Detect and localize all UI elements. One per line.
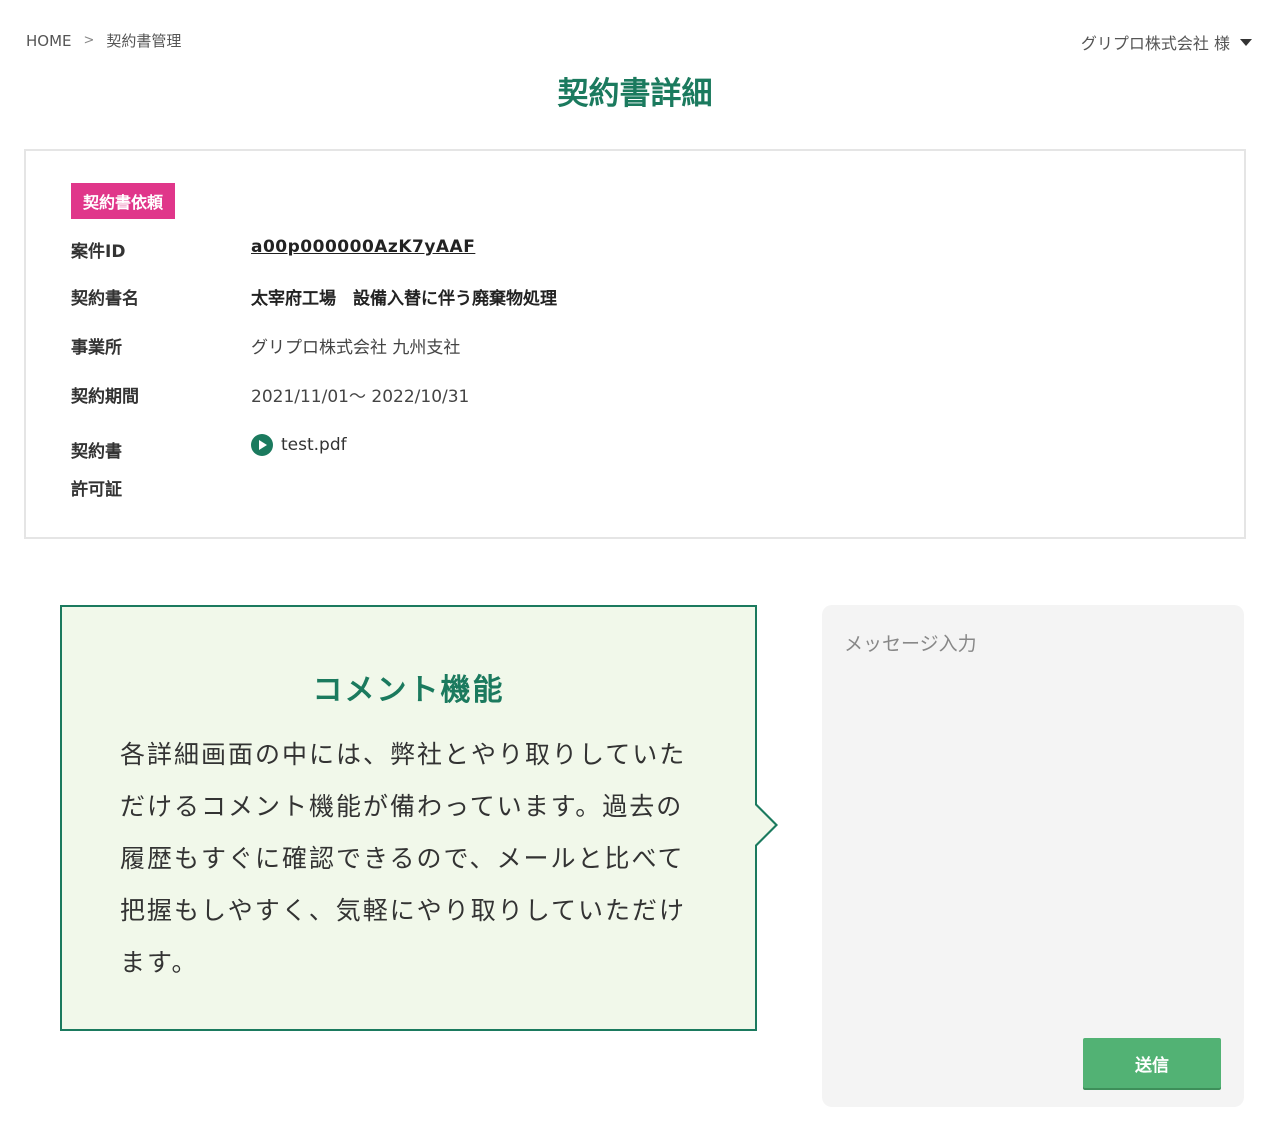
detail-label: 許可証 [71, 480, 122, 500]
contract-period-value: 2021/11/01～ 2022/10/31 [251, 387, 470, 407]
breadcrumb: HOME > 契約書管理 [26, 30, 181, 51]
contract-file-link[interactable]: test.pdf [251, 434, 347, 456]
message-input[interactable] [822, 605, 1244, 1107]
callout-pointer-fill [755, 805, 775, 845]
page-title: 契約書詳細 [557, 76, 713, 112]
user-menu[interactable]: グリプロ株式会社 様 [1081, 30, 1252, 54]
breadcrumb-current: 契約書管理 [106, 32, 182, 50]
status-badge: 契約書依頼 [71, 183, 176, 219]
detail-label: 契約書 [71, 442, 122, 462]
breadcrumb-home-link[interactable]: HOME [26, 32, 72, 50]
detail-label: 契約書名 [71, 289, 139, 309]
play-circle-icon [251, 434, 273, 456]
callout-title: コメント機能 [312, 673, 505, 708]
callout-body: 各詳細画面の中には、弊社とやり取りしていただけるコメント機能が備わっています。過… [120, 740, 687, 977]
user-name: グリプロ株式会社 様 [1080, 34, 1230, 53]
contract-name-value: 太宰府工場 設備入替に伴う廃棄物処理 [251, 289, 557, 309]
detail-label: 事業所 [71, 338, 122, 358]
breadcrumb-separator: > [83, 33, 95, 48]
detail-label: 案件ID [71, 242, 126, 262]
comment-feature-callout: コメント機能 各詳細画面の中には、弊社とやり取りしていただけるコメント機能が備わ… [60, 605, 778, 1031]
office-value: グリプロ株式会社 九州支社 [251, 338, 461, 358]
case-id-link[interactable]: a00p000000AzK7yAAF [251, 237, 475, 257]
message-panel: 送信 [822, 605, 1244, 1107]
contract-detail-card: 契約書依頼 案件ID a00p000000AzK7yAAF 契約書名 太宰府工場… [24, 149, 1246, 539]
detail-label: 契約期間 [71, 387, 139, 407]
caret-down-icon [1240, 38, 1252, 46]
file-name: test.pdf [281, 435, 347, 455]
send-button[interactable]: 送信 [1083, 1038, 1221, 1088]
